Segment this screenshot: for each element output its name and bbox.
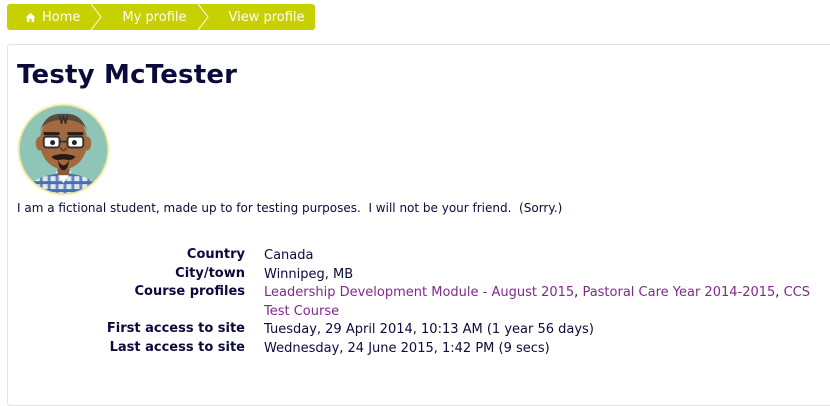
country-value: Canada	[264, 248, 314, 263]
city-value: Winnipeg, MB	[264, 266, 354, 282]
profile-details: Country Canada City/town Winnipeg, MB Co…	[0, 247, 830, 358]
breadcrumb-view-profile[interactable]: View profile	[209, 4, 315, 30]
first-access-value: Tuesday, 29 April 2014, 10:13 AM (1 year…	[264, 322, 594, 337]
profile-description: I am a fictional student, made up to for…	[17, 201, 563, 215]
course-link[interactable]: Leadership Development Module - August 2…	[264, 285, 574, 300]
page-title: Testy McTester	[17, 60, 238, 90]
city-row: City/town Winnipeg, MB	[0, 266, 830, 285]
course-profiles-label: Course profiles	[134, 284, 245, 299]
first-access-label: First access to site	[106, 321, 245, 336]
breadcrumb-my-profile[interactable]: My profile	[102, 4, 209, 30]
country-label: Country	[186, 247, 245, 262]
breadcrumb-home-label: Home	[42, 9, 81, 25]
breadcrumb-separator	[90, 4, 103, 30]
breadcrumb-separator	[197, 4, 209, 30]
last-access-row: Last access to site Wednesday, 24 June 2…	[0, 340, 830, 359]
course-link[interactable]: Pastoral Care Year 2014-2015	[582, 285, 775, 300]
breadcrumb-my-profile-label: My profile	[122, 9, 187, 25]
breadcrumb-view-profile-label: View profile	[228, 9, 305, 25]
breadcrumb: Home My profile View profile	[7, 4, 315, 30]
breadcrumb-home[interactable]: Home	[7, 4, 103, 30]
last-access-value: Wednesday, 24 June 2015, 1:42 PM (9 secs…	[264, 340, 550, 356]
city-label: City/town	[175, 265, 245, 281]
home-icon	[25, 12, 36, 22]
course-profiles-value: Leadership Development Module - August 2…	[264, 284, 830, 321]
course-separator: ,	[775, 285, 784, 300]
user-avatar[interactable]	[16, 102, 111, 197]
course-profiles-row: Course profiles Leadership Development M…	[0, 284, 830, 321]
country-row: Country Canada	[0, 247, 830, 266]
last-access-label: Last access to site	[109, 339, 245, 355]
first-access-row: First access to site Tuesday, 29 April 2…	[0, 321, 830, 340]
